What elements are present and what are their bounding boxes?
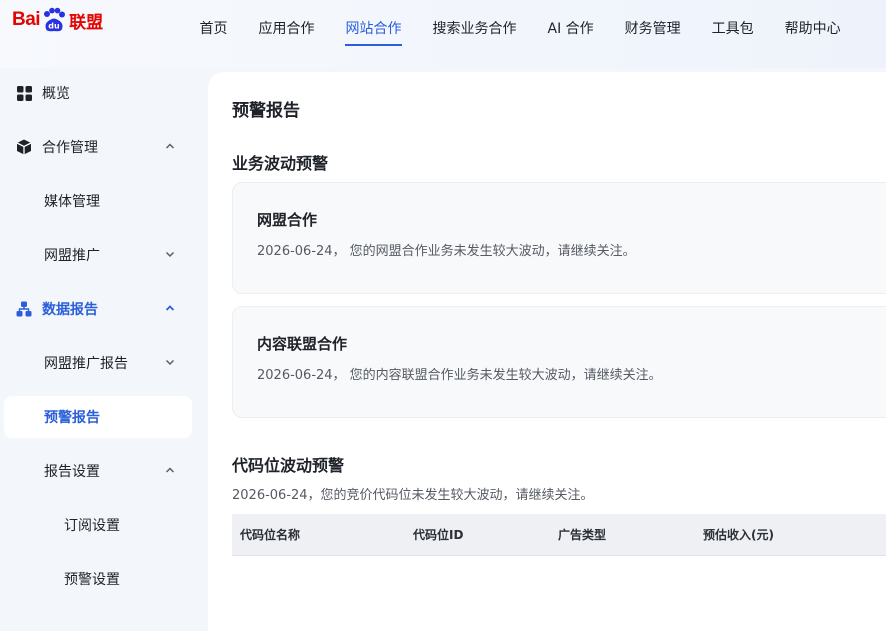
- sidebar-item-label: 媒体管理: [44, 194, 100, 210]
- baidu-union-logo[interactable]: Bai du 联盟: [12, 6, 103, 34]
- alert-card-title: 网盟合作: [257, 211, 318, 229]
- nav-item[interactable]: 财务管理: [609, 0, 696, 58]
- sidebar-item-media-management[interactable]: 媒体管理: [4, 180, 192, 222]
- sidebar-item-subscription-settings[interactable]: 订阅设置: [4, 504, 192, 546]
- sidebar: 概览 合作管理 媒体管理 网盟推广 数据报告 网盟推广报告 预警报告 报告设置 …: [0, 66, 208, 631]
- sidebar-item-label: 网盟推广: [44, 248, 100, 264]
- sidebar-item-cooperation-management[interactable]: 合作管理: [4, 126, 192, 168]
- sidebar-item-label: 预警设置: [64, 572, 120, 588]
- sidebar-item-data-report[interactable]: 数据报告: [4, 288, 192, 330]
- sidebar-item-overview[interactable]: 概览: [4, 72, 192, 114]
- alert-card-content-union: 内容联盟合作 2026-06-24， 您的内容联盟合作业务未发生较大波动，请继续…: [232, 306, 886, 418]
- cube-icon: [16, 139, 32, 155]
- nav-item[interactable]: AI 合作: [532, 0, 609, 58]
- nav-item[interactable]: 帮助中心: [769, 0, 856, 58]
- column-header-estimated-revenue[interactable]: 预估收入(元): [703, 514, 774, 556]
- sidebar-item-label: 数据报告: [42, 302, 98, 318]
- sidebar-item-alert-report[interactable]: 预警报告: [4, 396, 192, 438]
- column-header-code-id[interactable]: 代码位ID: [413, 514, 463, 556]
- logo-bai-text: Bai: [12, 9, 41, 30]
- sidebar-item-label: 合作管理: [42, 140, 98, 156]
- code-alert-desc: 2026-06-24，您的竞价代码位未发生较大波动，请继续关注。: [232, 488, 594, 503]
- chevron-up-icon[interactable]: [164, 302, 176, 314]
- alert-card-desc: 2026-06-24， 您的网盟合作业务未发生较大波动，请继续关注。: [257, 244, 636, 259]
- column-header-ad-type[interactable]: 广告类型: [558, 514, 606, 556]
- business-alert-section-title: 业务波动预警: [232, 154, 329, 173]
- chevron-up-icon[interactable]: [164, 464, 176, 476]
- alert-card-network-cooperation: 网盟合作 2026-06-24， 您的网盟合作业务未发生较大波动，请继续关注。: [232, 182, 886, 294]
- sidebar-item-label: 网盟推广报告: [44, 356, 128, 372]
- chevron-down-icon[interactable]: [164, 356, 176, 368]
- code-table-header: 代码位名称 代码位ID 广告类型 预估收入(元): [232, 514, 886, 556]
- nav-item[interactable]: 首页: [184, 0, 243, 58]
- sidebar-item-network-promotion-report[interactable]: 网盟推广报告: [4, 342, 192, 384]
- sidebar-item-label: 报告设置: [44, 464, 100, 480]
- grid-icon: [16, 85, 32, 101]
- column-header-code-name[interactable]: 代码位名称: [240, 514, 300, 556]
- sidebar-item-label: 订阅设置: [64, 518, 120, 534]
- chevron-down-icon[interactable]: [164, 248, 176, 260]
- hierarchy-icon: [16, 301, 32, 317]
- logo-lianmeng-text: 联盟: [69, 12, 104, 33]
- sidebar-item-alert-settings[interactable]: 预警设置: [4, 558, 192, 600]
- nav-item[interactable]: 网站合作: [330, 0, 417, 58]
- nav-item[interactable]: 搜索业务合作: [417, 0, 532, 58]
- alert-card-desc: 2026-06-24， 您的内容联盟合作业务未发生较大波动，请继续关注。: [257, 368, 662, 383]
- nav-item[interactable]: 工具包: [696, 0, 769, 58]
- top-bar: Bai du 联盟 首页 应用合作 网站合作 搜索业务合作 AI 合作 财务管理 工具包 帮助…: [0, 0, 886, 68]
- chevron-up-icon[interactable]: [164, 140, 176, 152]
- sidebar-item-report-settings[interactable]: 报告设置: [4, 450, 192, 492]
- alert-card-title: 内容联盟合作: [257, 335, 348, 353]
- logo-du-text: du: [48, 22, 60, 31]
- code-alert-section-title: 代码位波动预警: [232, 456, 345, 475]
- nav-item[interactable]: 应用合作: [243, 0, 330, 58]
- page-title: 预警报告: [232, 101, 300, 121]
- main-nav: 首页 应用合作 网站合作 搜索业务合作 AI 合作 财务管理 工具包 帮助中心: [184, 0, 856, 58]
- sidebar-item-label: 概览: [42, 86, 70, 102]
- sidebar-item-label: 预警报告: [44, 410, 100, 426]
- baidu-paw-icon: du: [44, 7, 66, 32]
- main-panel: 预警报告 业务波动预警 网盟合作 2026-06-24， 您的网盟合作业务未发生…: [208, 72, 886, 631]
- sidebar-item-network-promotion[interactable]: 网盟推广: [4, 234, 192, 276]
